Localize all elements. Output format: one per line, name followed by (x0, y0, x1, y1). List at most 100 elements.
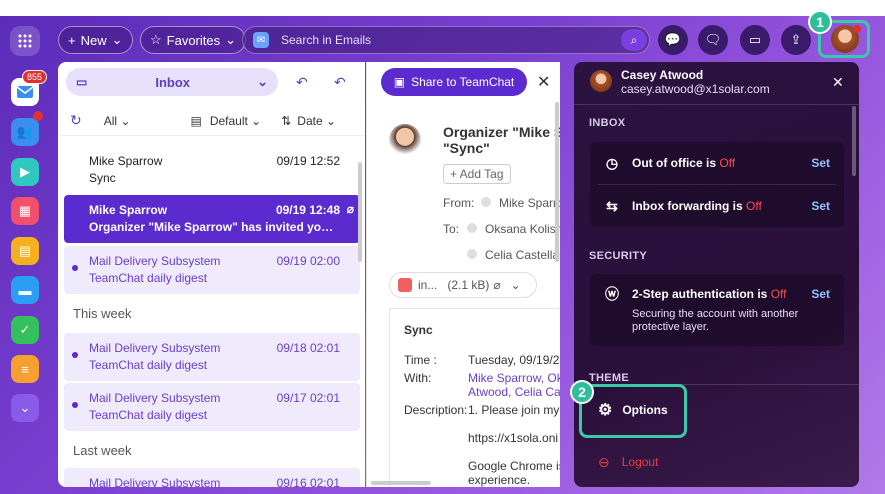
h-scrollbar[interactable] (371, 481, 431, 485)
with-value-line2[interactable]: Atwood, Celia Cas (468, 385, 560, 399)
dock-notes[interactable]: ▤ (11, 237, 39, 265)
to-value[interactable]: Oksana Kolisny (485, 222, 560, 236)
logout-icon: ⊖ (598, 453, 610, 470)
profile-name: Casey Atwood (621, 68, 704, 82)
close-icon[interactable]: ✕ (832, 74, 844, 91)
folder-selector[interactable]: ▭ Inbox ⌄ (66, 68, 278, 96)
options-highlight (579, 384, 687, 438)
list-icon: ▤ (190, 113, 202, 128)
teamchat-icon: ▣ (393, 75, 406, 89)
scrollbar[interactable] (852, 106, 856, 176)
inbox-forwarding-set-button[interactable]: Set (811, 199, 830, 213)
dock-video[interactable]: ▶ (11, 158, 39, 186)
from-value[interactable]: Mike Sparro (499, 196, 560, 210)
mail-subject: Organizer "Mike Sparrow" has invited you… (89, 220, 339, 234)
mail-list-panel: ▭ Inbox ⌄ ↶ ↶ ↻ All ⌄ ▤ Default ⌄ ⇅ Date… (58, 62, 365, 487)
teamchat-icon[interactable]: 💬 (658, 25, 688, 55)
shield-w-icon: ⓦ (605, 286, 619, 302)
list-item[interactable]: Mail Delivery Subsystem 09/17 02:01 Team… (64, 383, 360, 431)
logout-button[interactable]: ⊖ Logout (598, 452, 658, 472)
out-of-office-row[interactable]: ◷ Out of office is Off Set (590, 142, 844, 184)
dock-more[interactable]: ⌄ (11, 394, 39, 422)
time-value: Tuesday, 09/19/2 (468, 353, 560, 367)
mail-subject: TeamChat daily digest (89, 271, 208, 285)
new-button[interactable]: + New ⌄ (58, 26, 133, 54)
list-item[interactable]: Mail Delivery Subsystem 09/18 02:01 Team… (64, 333, 360, 381)
scrollbar[interactable] (358, 162, 362, 262)
to-label: To: (443, 222, 460, 236)
dock-tasks[interactable]: ✓ (11, 316, 39, 344)
add-tag-button[interactable]: + Add Tag (443, 164, 511, 184)
sort-date[interactable]: Date ⌄ (297, 114, 336, 128)
two-step-set-button[interactable]: Set (811, 287, 830, 301)
reply-icon[interactable]: ↶ (296, 74, 308, 91)
attachment-icon: ⌀ (346, 202, 354, 216)
mail-date: 09/19 12:52 (276, 154, 340, 168)
dock-calendar[interactable]: ▦ (11, 197, 39, 225)
section-header: This week (73, 306, 132, 321)
search-icon[interactable]: ⌕ (621, 29, 647, 51)
divider (574, 104, 859, 105)
notes-icon: ▤ (18, 243, 32, 258)
note-line: Google Chrome is (468, 459, 560, 473)
inbox-forwarding-row[interactable]: ⇆ Inbox forwarding is Off Set (590, 185, 844, 227)
sort-icon: ⇅ (281, 113, 292, 128)
out-of-office-set-button[interactable]: Set (811, 156, 830, 170)
event-title: Sync (404, 323, 433, 337)
to-avatar (467, 223, 477, 233)
file-icon (398, 278, 412, 292)
chevron-down-icon: ⌄ (257, 74, 268, 89)
mail-from: Mail Delivery Subsystem (89, 341, 221, 355)
calendar-icon[interactable]: ▭ (740, 25, 770, 55)
callout-2: 2 (570, 380, 594, 404)
mail-icon: ✉ (253, 32, 269, 48)
callout-1: 1 (808, 10, 832, 34)
two-step-state: Off (770, 287, 787, 301)
top-bar: + New ⌄ ☆ Favorites ⌄ ✉ Search in Emails… (0, 10, 885, 64)
mail-from: Mail Delivery Subsystem (89, 254, 221, 268)
chevron-down-icon[interactable]: ⌄ (511, 278, 521, 292)
mail-from: Mike Sparrow (89, 203, 168, 217)
list-item[interactable]: Mail Delivery Subsystem 09/16 02:01 (64, 468, 360, 487)
search-bar[interactable]: ✉ Search in Emails ⌕ (242, 26, 650, 54)
chat-icon[interactable]: 🗨 (698, 25, 728, 55)
profile-email: casey.atwood@x1solar.com (621, 82, 770, 96)
reply-all-icon[interactable]: ↶ (334, 74, 346, 91)
two-step-label: 2-Step authentication is (632, 287, 768, 301)
with-value[interactable]: Mike Sparrow, Oks (468, 371, 560, 385)
search-input[interactable]: Search in Emails (281, 33, 371, 47)
contacts-icon: 👥 (16, 124, 34, 139)
list-item-selected[interactable]: Mike Sparrow 09/19 12:48 ⌀ Organizer "Mi… (64, 195, 360, 243)
avatar[interactable] (831, 25, 861, 53)
contacts-dot (33, 111, 43, 121)
dock-folder[interactable]: ▬ (11, 276, 39, 304)
refresh-icon[interactable]: ↻ (70, 112, 82, 129)
favorites-button[interactable]: ☆ Favorites ⌄ (140, 26, 247, 54)
close-icon[interactable]: ✕ (537, 72, 550, 92)
share-to-teamchat-button[interactable]: ▣ Share to TeamChat (381, 68, 527, 96)
clock-icon: ◷ (605, 154, 619, 171)
dock-contacts[interactable]: 👥 (11, 118, 39, 146)
list-toolbar: ↻ All ⌄ ▤ Default ⌄ ⇅ Date ⌄ (58, 106, 365, 136)
description-label: Description: (404, 403, 468, 417)
scrollbar[interactable] (555, 102, 559, 262)
out-of-office-label: Out of office is (632, 156, 716, 170)
to-value[interactable]: Celia Castellan (485, 248, 560, 262)
security-card: ⓦ 2-Step authentication is Off Set Secur… (590, 274, 844, 346)
note-line: experience. (468, 473, 531, 487)
upload-icon[interactable]: ⇪ (781, 25, 811, 55)
attachment-chip[interactable]: in... (2.1 kB) ⌀ ⌄ (389, 272, 537, 298)
document-icon: ≡ (21, 361, 29, 377)
mail-date: 09/17 02:01 (276, 391, 340, 405)
list-item[interactable]: Mike Sparrow 09/19 12:52 Sync (64, 146, 360, 194)
list-item[interactable]: Mail Delivery Subsystem 09/19 02:00 Team… (64, 246, 360, 294)
sort-default[interactable]: Default ⌄ (210, 114, 261, 128)
sender-avatar (389, 124, 421, 156)
two-step-description: Securing the account with another protec… (632, 308, 799, 333)
mail-date: 09/18 02:01 (276, 341, 340, 355)
meeting-link[interactable]: https://x1sola.oni (468, 431, 558, 445)
mail-subject: Sync (89, 171, 116, 185)
filter-all[interactable]: All ⌄ (104, 114, 131, 128)
dock-docs[interactable]: ≡ (11, 355, 39, 383)
apps-grid-icon[interactable] (10, 26, 40, 56)
